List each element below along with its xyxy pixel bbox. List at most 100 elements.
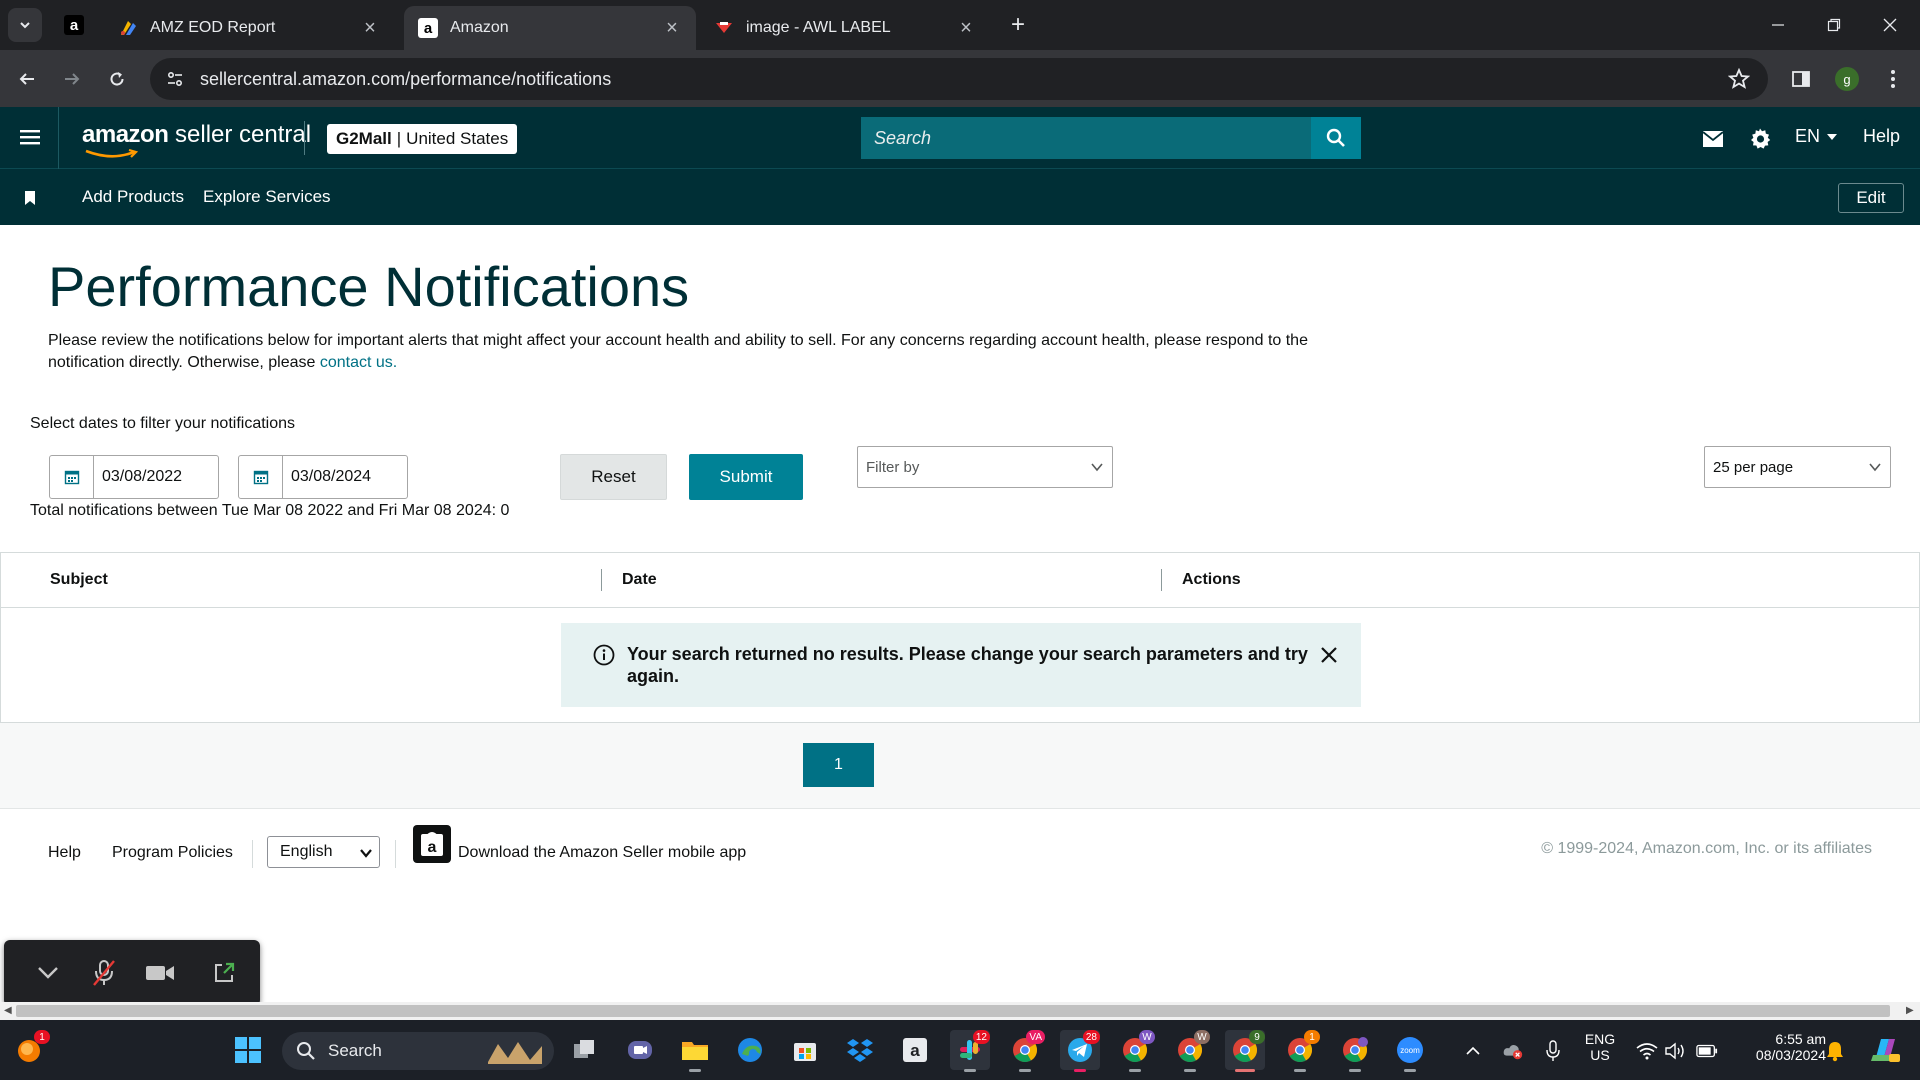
profile-button[interactable]: g (1830, 62, 1864, 96)
taskbar-slack[interactable]: 12 (950, 1030, 990, 1072)
taskbar-start[interactable] (228, 1030, 268, 1070)
edit-bookmarks-button[interactable]: Edit (1838, 183, 1904, 213)
arrow-left-icon (19, 73, 34, 85)
logo-seller-central-text: seller central (175, 121, 312, 148)
address-bar[interactable]: sellercentral.amazon.com/performance/not… (150, 58, 1768, 100)
taskbar-chrome-w[interactable]: W (1115, 1030, 1155, 1072)
bell-icon (1827, 1042, 1843, 1062)
scroll-right-icon[interactable]: ▶ (1906, 1005, 1914, 1016)
taskbar-task-view[interactable] (565, 1030, 605, 1070)
taskbar-chrome-profile[interactable] (1335, 1030, 1375, 1072)
pinned-tab-amazon[interactable]: a (56, 10, 92, 40)
footer-program-policies-link[interactable]: Program Policies (112, 844, 233, 862)
close-icon[interactable]: × (360, 17, 380, 39)
svg-text:a: a (70, 17, 79, 34)
close-window-button[interactable] (1870, 10, 1910, 40)
submit-button[interactable]: Submit (689, 454, 803, 500)
column-header-date[interactable]: Date (622, 571, 657, 589)
taskbar-chrome-w2[interactable]: W (1170, 1030, 1210, 1072)
column-header-subject[interactable]: Subject (50, 571, 108, 589)
nav-add-products[interactable]: Add Products (82, 187, 184, 207)
taskbar-search[interactable]: Search (282, 1032, 554, 1070)
taskbar-dropbox[interactable] (840, 1030, 880, 1070)
filter-by-dropdown[interactable]: Filter by (857, 446, 1113, 488)
bookmark-star-icon[interactable] (1727, 67, 1751, 95)
camera-button[interactable] (144, 958, 176, 988)
taskbar-telegram[interactable]: 28 (1060, 1030, 1100, 1072)
taskbar-chrome-va[interactable]: VA (1005, 1030, 1045, 1072)
battery-status[interactable] (1696, 1040, 1718, 1062)
seller-app-icon[interactable]: a (413, 825, 451, 863)
new-tab-button[interactable]: + (1005, 11, 1031, 38)
page-button-current[interactable]: 1 (803, 743, 874, 787)
onedrive-status[interactable] (1502, 1040, 1524, 1062)
running-indicator (1294, 1069, 1306, 1072)
footer-language-select[interactable]: English (267, 836, 380, 868)
restore-button[interactable] (1814, 10, 1854, 40)
start-date-input[interactable] (94, 456, 218, 498)
input-language-indicator[interactable]: ENG US (1580, 1031, 1620, 1063)
reset-button[interactable]: Reset (560, 454, 667, 500)
side-panel-button[interactable] (1784, 62, 1818, 96)
notifications-button[interactable] (1824, 1040, 1846, 1062)
forward-button[interactable] (55, 62, 89, 96)
side-panel-icon (1792, 71, 1810, 87)
tab-image-awl-label[interactable]: image - AWL LABEL × (700, 6, 990, 50)
scrollbar-thumb[interactable] (16, 1005, 1890, 1017)
taskbar-teams[interactable] (620, 1030, 660, 1070)
wifi-status[interactable] (1636, 1040, 1658, 1062)
taskbar-zoom[interactable]: zoom (1390, 1030, 1430, 1072)
browser-menu-button[interactable] (1876, 62, 1910, 96)
scroll-left-icon[interactable]: ◀ (4, 1005, 12, 1016)
nav-explore-services[interactable]: Explore Services (203, 187, 331, 207)
clock[interactable]: 6:55 am 08/03/2024 (1734, 1031, 1826, 1063)
volume-status[interactable] (1664, 1040, 1686, 1062)
calendar-icon[interactable] (239, 456, 283, 498)
end-date-input[interactable] (283, 456, 407, 498)
divider (304, 121, 305, 155)
share-screen-button[interactable] (208, 958, 240, 988)
copilot-button[interactable] (1868, 1033, 1902, 1067)
search-icon (1326, 128, 1345, 147)
help-link[interactable]: Help (1863, 126, 1900, 147)
download-app-link[interactable]: Download the Amazon Seller mobile app (458, 844, 746, 862)
tab-amz-eod-report[interactable]: AMZ EOD Report × (104, 6, 394, 50)
mute-button[interactable] (88, 958, 120, 988)
store-switcher[interactable]: G2Mall | United States (327, 124, 518, 154)
tab-search-button[interactable] (8, 8, 42, 42)
total-notifications-text: Total notifications between Tue Mar 08 2… (30, 502, 510, 519)
close-icon[interactable]: × (956, 17, 976, 39)
taskbar-edge[interactable] (730, 1030, 770, 1070)
footer-help-link[interactable]: Help (48, 844, 81, 862)
reload-button[interactable] (100, 62, 134, 96)
taskbar-widgets[interactable]: 1 (10, 1030, 50, 1070)
tab-amazon[interactable]: a Amazon × (404, 6, 696, 50)
microphone-status[interactable] (1542, 1040, 1564, 1062)
per-page-dropdown[interactable]: 25 per page (1704, 446, 1891, 488)
settings-button[interactable] (1747, 126, 1773, 152)
bookmark-icon[interactable] (24, 191, 36, 205)
calendar-icon[interactable] (50, 456, 94, 498)
language-selector[interactable]: EN (1795, 126, 1839, 147)
minimize-button[interactable] (1758, 10, 1798, 40)
close-icon[interactable] (1319, 645, 1339, 665)
taskbar-file-explorer[interactable] (675, 1030, 715, 1072)
collapse-button[interactable] (32, 958, 64, 988)
show-hidden-icons[interactable] (1462, 1040, 1484, 1062)
hamburger-menu-icon[interactable] (18, 125, 42, 149)
horizontal-scrollbar[interactable]: ◀ ▶ (0, 1002, 1920, 1020)
search-button[interactable] (1311, 117, 1361, 159)
contact-us-link[interactable]: contact us. (320, 354, 397, 371)
taskbar-amazon-app[interactable]: a (895, 1030, 935, 1070)
taskbar-chrome-active[interactable]: 9 (1225, 1030, 1265, 1072)
search-input[interactable] (861, 117, 1311, 159)
no-results-alert: Your search returned no results. Please … (561, 623, 1361, 707)
site-info-icon[interactable] (154, 58, 196, 100)
close-icon[interactable]: × (662, 17, 682, 39)
messages-button[interactable] (1700, 126, 1726, 152)
seller-central-logo[interactable]: amazon seller central (82, 121, 312, 158)
taskbar-chrome-1[interactable]: 1 (1280, 1030, 1320, 1072)
back-button[interactable] (10, 62, 44, 96)
taskbar-store[interactable] (785, 1030, 825, 1070)
no-results-message: Your search returned no results. Please … (627, 644, 1308, 686)
